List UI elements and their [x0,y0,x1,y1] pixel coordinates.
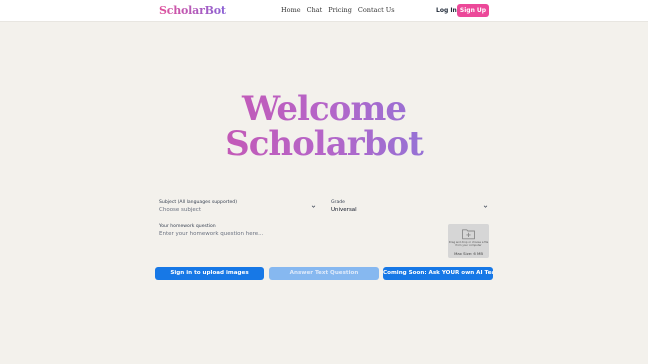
signup-button[interactable]: Sign Up [457,4,489,17]
nav-link-chat[interactable]: Chat [307,6,323,14]
chevron-down-icon [483,205,488,208]
subject-select[interactable]: Subject (All languages supported) Choose… [155,198,321,215]
chevron-down-icon [311,205,316,208]
login-button[interactable]: Log In [433,4,460,17]
answer-question-button[interactable]: Answer Text Question [269,267,379,280]
subject-label: Subject (All languages supported) [159,200,237,205]
nav-link-home[interactable]: Home [281,6,301,14]
subject-value: Choose subject [159,207,201,213]
question-label: Your homework question [159,224,216,229]
ask-ai-teacher-button[interactable]: Coming Soon: Ask YOUR own AI Teacher [383,267,493,280]
sign-in-upload-button[interactable]: Sign in to upload images [155,267,264,280]
grade-select[interactable]: Grade Universal [327,198,493,215]
nav-links: Home Chat Pricing Contact Us [281,6,395,14]
hero-title-line1: Welcome [0,92,648,127]
upload-instructions: Drag and drop or choose a file from your… [448,241,489,248]
nav-link-pricing[interactable]: Pricing [328,6,352,14]
logo[interactable]: ScholarBot [159,4,226,17]
hero-title-line2: Scholarbot [0,127,648,162]
folder-plus-icon [462,229,475,240]
question-textarea[interactable]: Your homework question Enter your homewo… [155,222,443,258]
image-upload-dropzone[interactable]: Drag and drop or choose a file from your… [448,224,489,258]
grade-label: Grade [331,200,346,205]
navbar: ScholarBot Home Chat Pricing Contact Us … [0,0,648,22]
grade-value: Universal [331,207,357,213]
question-placeholder: Enter your homework question here... [159,231,264,237]
hero: Welcome Scholarbot [0,92,648,162]
upload-max-size: Max Size: 6 MB [454,251,483,256]
nav-link-contact[interactable]: Contact Us [358,6,395,14]
